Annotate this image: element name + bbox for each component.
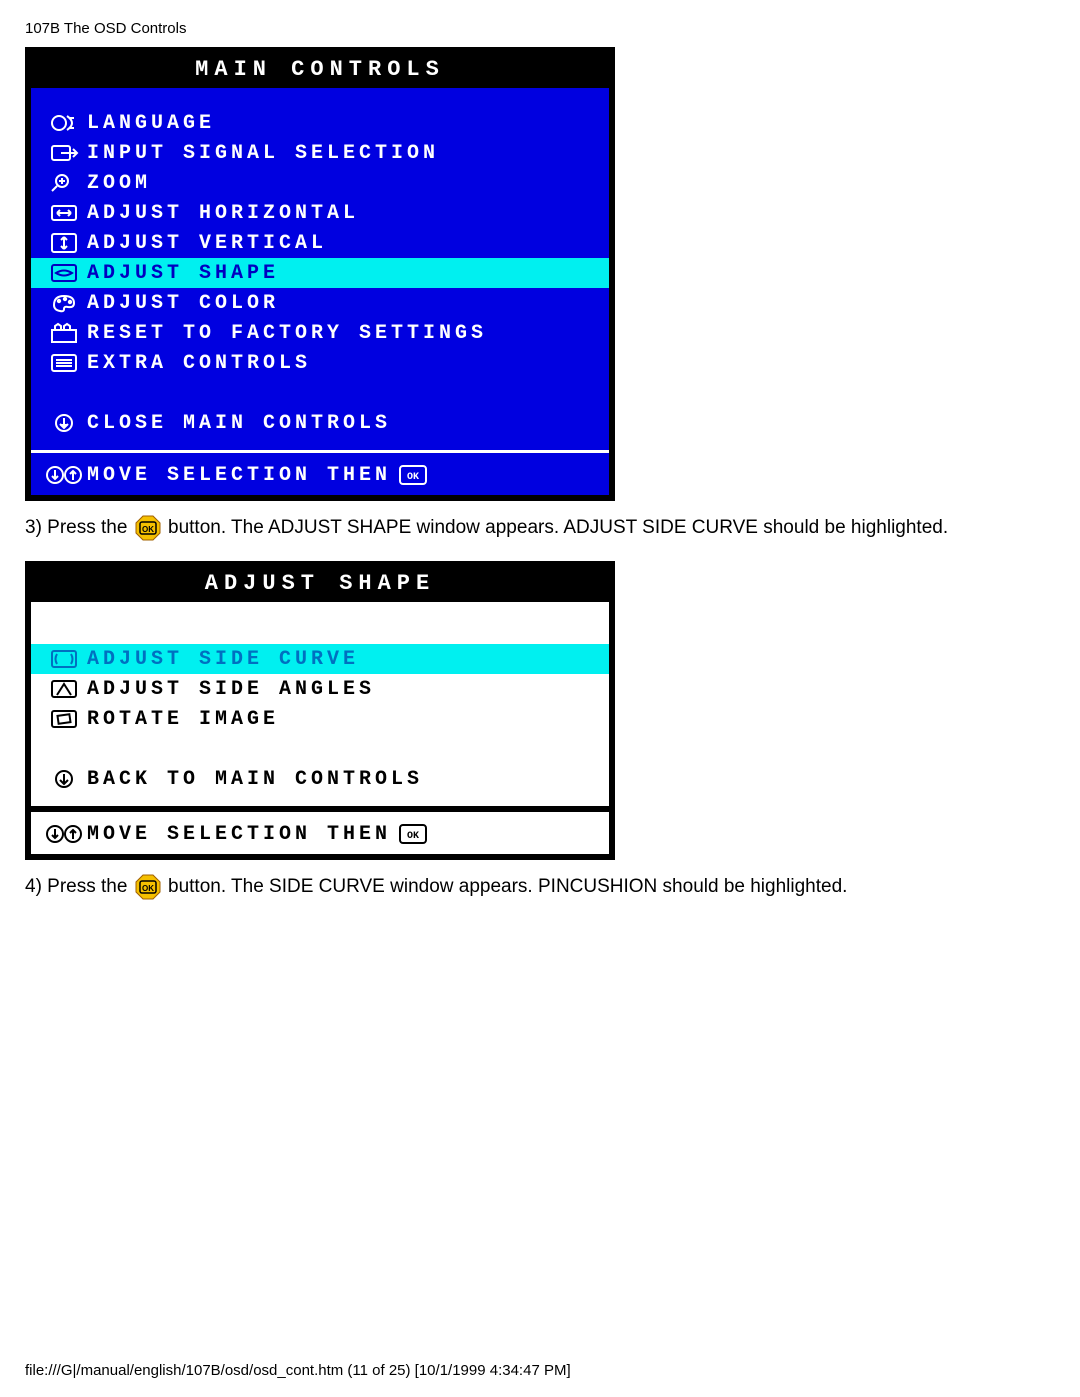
- menu-item-extra-controls[interactable]: EXTRA CONTROLS: [31, 348, 609, 378]
- menu-label: ADJUST HORIZONTAL: [87, 202, 359, 225]
- menu-label: CLOSE MAIN CONTROLS: [87, 412, 391, 435]
- adjust-shape-title: ADJUST SHAPE: [31, 567, 609, 602]
- menu-item-adjust-horizontal[interactable]: ADJUST HORIZONTAL: [31, 198, 609, 228]
- hint-label: MOVE SELECTION THEN: [87, 823, 391, 846]
- side-curve-icon: [41, 647, 87, 671]
- menu-item-input-signal[interactable]: INPUT SIGNAL SELECTION: [31, 138, 609, 168]
- ok-icon: OK: [399, 824, 427, 844]
- menu-item-reset-factory[interactable]: RESET TO FACTORY SETTINGS: [31, 318, 609, 348]
- menu-item-close-main[interactable]: CLOSE MAIN CONTROLS: [31, 408, 609, 438]
- menu-item-back[interactable]: BACK TO MAIN CONTROLS: [31, 764, 609, 794]
- adjust-shape-icon: [41, 261, 87, 285]
- adjust-vertical-icon: [41, 231, 87, 255]
- menu-item-side-curve[interactable]: ADJUST SIDE CURVE: [31, 644, 609, 674]
- instruction-4: 4) Press the OK button. The SIDE CURVE w…: [25, 872, 1055, 902]
- hint-row: MOVE SELECTION THEN OK: [31, 820, 609, 854]
- menu-item-adjust-color[interactable]: ADJUST COLOR: [31, 288, 609, 318]
- menu-label: INPUT SIGNAL SELECTION: [87, 142, 439, 165]
- adjust-color-icon: [41, 291, 87, 315]
- menu-label: ADJUST VERTICAL: [87, 232, 327, 255]
- instruction-3: 3) Press the OK button. The ADJUST SHAPE…: [25, 513, 1055, 543]
- page-header: 107B The OSD Controls: [25, 20, 1055, 37]
- menu-label: EXTRA CONTROLS: [87, 352, 311, 375]
- menu-label: RESET TO FACTORY SETTINGS: [87, 322, 487, 345]
- down-arrow-icon: [41, 411, 87, 435]
- instr-4-suffix: button. The SIDE CURVE window appears. P…: [168, 876, 847, 897]
- menu-item-language[interactable]: LANGUAGE: [31, 108, 609, 138]
- down-arrow-icon: [41, 767, 87, 791]
- menu-item-adjust-vertical[interactable]: ADJUST VERTICAL: [31, 228, 609, 258]
- adjust-shape-panel: ADJUST SHAPE ADJUST SIDE CURVE ADJUST SI…: [25, 561, 615, 860]
- svg-text:OK: OK: [407, 831, 419, 842]
- svg-text:OK: OK: [142, 525, 154, 534]
- menu-label: ADJUST SHAPE: [87, 262, 279, 285]
- menu-label: ZOOM: [87, 172, 151, 195]
- menu-label: LANGUAGE: [87, 112, 215, 135]
- adjust-horizontal-icon: [41, 201, 87, 225]
- menu-label: ADJUST SIDE CURVE: [87, 648, 359, 671]
- reset-factory-icon: [41, 321, 87, 345]
- instr-3-prefix: 3) Press the: [25, 517, 133, 538]
- menu-item-zoom[interactable]: ZOOM: [31, 168, 609, 198]
- ok-button-icon: OK: [135, 874, 161, 900]
- extra-controls-icon: [41, 351, 87, 375]
- svg-text:OK: OK: [142, 884, 154, 893]
- menu-label: ADJUST SIDE ANGLES: [87, 678, 375, 701]
- language-icon: [41, 111, 87, 135]
- rotate-image-icon: [41, 707, 87, 731]
- side-angles-icon: [41, 677, 87, 701]
- main-controls-title: MAIN CONTROLS: [31, 53, 609, 88]
- instr-3-suffix: button. The ADJUST SHAPE window appears.…: [168, 517, 948, 538]
- hint-row: MOVE SELECTION THEN OK: [31, 461, 609, 495]
- hint-label: MOVE SELECTION THEN: [87, 464, 391, 487]
- page-footer: file:///G|/manual/english/107B/osd/osd_c…: [25, 1362, 571, 1379]
- input-signal-icon: [41, 141, 87, 165]
- svg-text:OK: OK: [407, 472, 419, 483]
- main-controls-panel: MAIN CONTROLS LANGUAGE INPUT SIGNAL SELE…: [25, 47, 615, 501]
- menu-item-adjust-shape[interactable]: ADJUST SHAPE: [31, 258, 609, 288]
- up-down-icon: [41, 463, 87, 487]
- instr-4-prefix: 4) Press the: [25, 876, 133, 897]
- ok-icon: OK: [399, 465, 427, 485]
- menu-item-side-angles[interactable]: ADJUST SIDE ANGLES: [31, 674, 609, 704]
- menu-item-rotate-image[interactable]: ROTATE IMAGE: [31, 704, 609, 734]
- ok-button-icon: OK: [135, 515, 161, 541]
- zoom-icon: [41, 171, 87, 195]
- up-down-icon: [41, 822, 87, 846]
- menu-label: BACK TO MAIN CONTROLS: [87, 768, 423, 791]
- menu-label: ADJUST COLOR: [87, 292, 279, 315]
- menu-label: ROTATE IMAGE: [87, 708, 279, 731]
